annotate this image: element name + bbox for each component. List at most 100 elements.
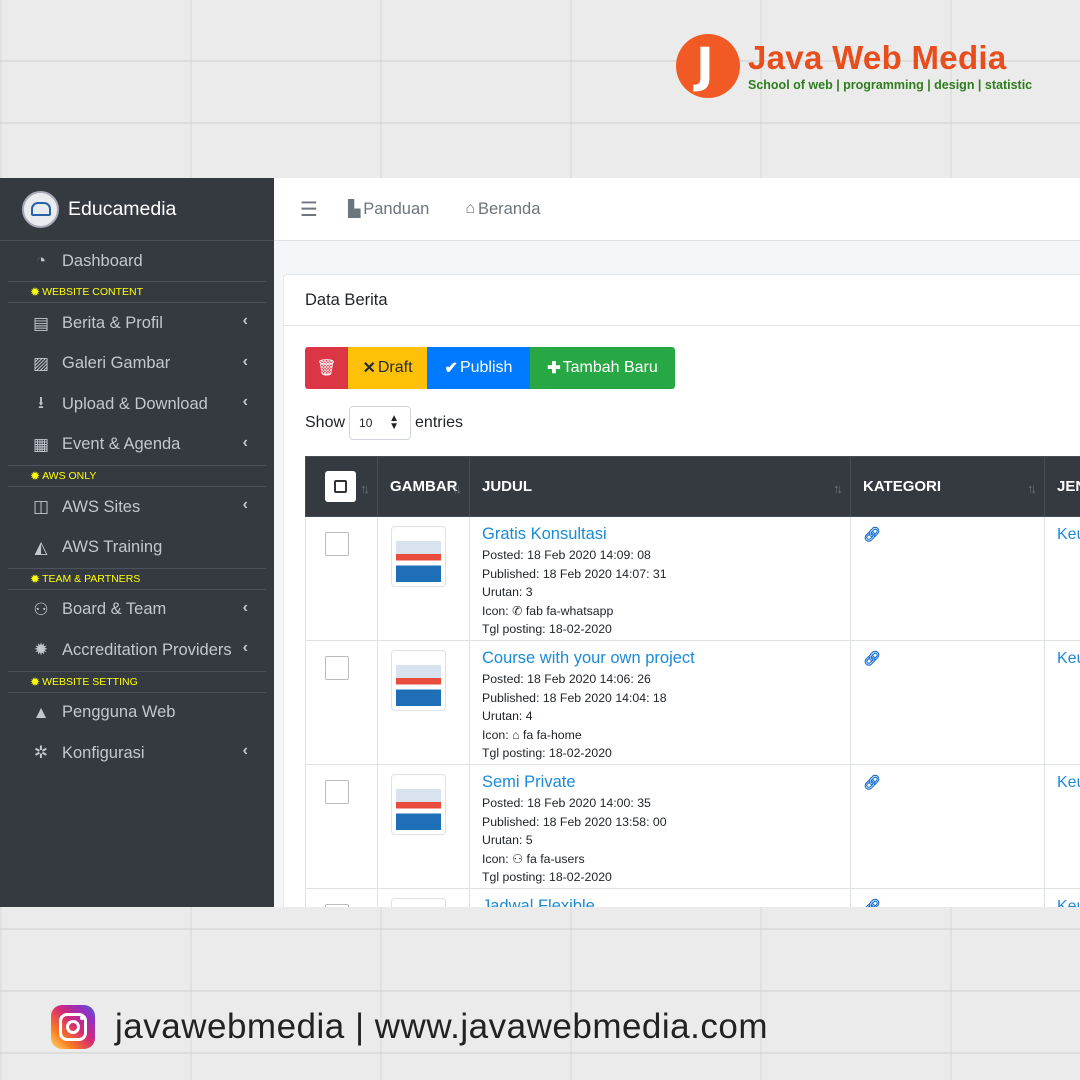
sidebar-item-berita-profil[interactable]: ▤ Berita & Profil ‹	[8, 303, 266, 343]
download-icon: ⭳	[38, 392, 44, 412]
row-urutan: Urutan: 3	[482, 585, 533, 600]
row-thumbnail[interactable]	[391, 898, 446, 907]
row-jenis[interactable]: Keu	[1057, 898, 1080, 907]
menu-toggle-icon[interactable]: ☰	[300, 197, 318, 222]
row-icon-info: Icon: ⚇ fa fa-users	[482, 851, 585, 866]
select-all-checkbox[interactable]	[325, 471, 356, 502]
column-header-gambar[interactable]: GAMBAR ↑↓	[377, 456, 470, 517]
nav-link-panduan[interactable]: ▙ Panduan	[348, 199, 429, 219]
row-icon-info: Icon: ✆ fab fa-whatsapp	[482, 603, 614, 618]
sidebar-item-board-team[interactable]: ⚇ Board & Team ‹	[8, 590, 266, 630]
sidebar-section-header: ✹ WEBSITE CONTENT	[8, 281, 266, 304]
file-pdf-icon: ▙	[347, 201, 361, 218]
row-title-link[interactable]: Course with your own project	[482, 649, 838, 668]
publish-button[interactable]: ✔ Publish	[427, 347, 530, 389]
row-checkbox[interactable]	[325, 656, 349, 680]
sidebar: Educamedia ◔ Dashboard ✹ WEBSITE CONTENT ▤ Be…	[0, 178, 274, 907]
chevron-left-icon[interactable]: ‹	[243, 393, 248, 411]
sidebar-item-aws-training[interactable]: ◭ AWS Training	[8, 527, 266, 567]
table-row: Gratis Konsultasi Posted: 18 Feb 2020 14:…	[305, 516, 1080, 641]
link-icon[interactable]: 🔗︎	[863, 774, 881, 790]
sidebar-item-konfigurasi[interactable]: ✲ Konfigurasi ‹	[8, 733, 266, 773]
row-title-link[interactable]: Jadwal Flexible	[482, 897, 838, 907]
sidebar-item-label: Event & Agenda	[62, 435, 181, 454]
link-icon[interactable]: 🔗︎	[863, 898, 881, 907]
row-posted: Posted: 18 Feb 2020 14:09: 08	[482, 548, 651, 562]
sidebar-item-upload-download[interactable]: ⭳ Upload & Download ‹	[8, 384, 266, 424]
berita-table: ↑↓ GAMBAR ↑↓ JUDUL ↑↓ KATEGORI ↑↓ JE Gra…	[305, 456, 1080, 907]
row-title-link[interactable]: Gratis Konsultasi	[482, 525, 838, 544]
sidebar-item-aws-sites[interactable]: ◫ AWS Sites ‹	[8, 487, 266, 527]
row-thumbnail[interactable]	[391, 526, 446, 587]
row-jenis[interactable]: Keu	[1057, 526, 1080, 543]
table-row: Semi Private Posted: 18 Feb 2020 14:00: 3…	[305, 764, 1080, 889]
sidebar-item-label: Upload & Download	[62, 394, 208, 413]
entries-select[interactable]: 10 ▲ ▼	[349, 406, 412, 440]
sidebar-item-label: AWS Training	[62, 538, 163, 557]
row-tgl-posting: Tgl posting: 18-02-2020	[482, 746, 612, 761]
row-title-link[interactable]: Semi Private	[482, 773, 838, 792]
nav-link-label: Beranda	[478, 199, 541, 218]
row-thumbnail[interactable]	[391, 650, 446, 711]
cog-icon: ✲	[33, 743, 49, 763]
row-urutan: Urutan: 5	[482, 833, 533, 848]
link-icon[interactable]: 🔗︎	[863, 650, 881, 666]
chevron-left-icon[interactable]: ‹	[243, 312, 248, 330]
row-published: Published: 18 Feb 2020 14:04: 18	[482, 690, 667, 705]
column-header-kategori[interactable]: KATEGORI ↑↓	[850, 456, 1045, 517]
sidebar-section-header: ✹ AWS ONLY	[8, 464, 266, 487]
row-thumbnail[interactable]	[391, 774, 446, 835]
chevron-left-icon[interactable]: ‹	[243, 639, 248, 657]
certificate-icon: ✹	[30, 468, 41, 483]
footer: javawebmedia | www.javawebmedia.com	[51, 1005, 768, 1049]
column-header-jenis[interactable]: JEN	[1044, 456, 1080, 517]
calendar-icon: ▦	[32, 434, 50, 454]
plus-icon: ✚	[547, 360, 561, 377]
chevron-left-icon[interactable]: ‹	[243, 353, 248, 371]
sort-icon[interactable]: ↑↓	[360, 481, 370, 496]
certificate-icon: ✹	[30, 674, 41, 689]
sidebar-brand[interactable]: Educamedia	[0, 178, 274, 241]
sidebar-item-label: Accreditation Providers	[62, 640, 232, 659]
sidebar-item-galeri-gambar[interactable]: ▨ Galeri Gambar ‹	[8, 344, 266, 384]
brand-logo: J Java Web Media School of web | program…	[676, 34, 1032, 98]
row-jenis[interactable]: Keu	[1057, 650, 1080, 667]
draft-button[interactable]: ✕ Draft	[348, 347, 427, 389]
chevron-left-icon[interactable]: ‹	[243, 496, 248, 514]
add-new-button[interactable]: ✚ Tambah Baru	[530, 347, 675, 389]
sidebar-item-label: Pengguna Web	[62, 703, 176, 722]
link-icon[interactable]: 🔗︎	[863, 526, 881, 542]
row-checkbox[interactable]	[325, 780, 349, 804]
sort-icon[interactable]: ↑↓	[833, 481, 843, 496]
nav-link-beranda[interactable]: ⌂ Beranda	[465, 200, 540, 219]
column-header-judul[interactable]: JUDUL ↑↓	[469, 456, 851, 517]
sidebar-item-pengguna-web[interactable]: ▲ Pengguna Web	[8, 693, 266, 733]
check-icon: ✔	[444, 360, 458, 377]
top-navbar: ☰ ▙ Panduan ⌂ Beranda	[274, 178, 1080, 241]
select-arrows-icon: ▲ ▼	[389, 413, 400, 432]
sidebar-item-accreditation-providers[interactable]: ✹ Accreditation Providers ‹	[8, 630, 266, 670]
row-checkbox[interactable]	[325, 532, 349, 556]
sidebar-item-event-agenda[interactable]: ▦ Event & Agenda ‹	[8, 425, 266, 465]
row-urutan: Urutan: 4	[482, 709, 533, 724]
sort-icon[interactable]: ↑↓	[452, 481, 462, 496]
entries-show-label: Show	[305, 414, 346, 431]
chevron-left-icon[interactable]: ‹	[243, 599, 248, 617]
sidebar-item-label: Berita & Profil	[62, 314, 163, 333]
row-published: Published: 18 Feb 2020 13:58: 00	[482, 814, 667, 829]
chevron-left-icon[interactable]: ‹	[243, 742, 248, 760]
footer-text: javawebmedia | www.javawebmedia.com	[115, 1007, 768, 1046]
sidebar-section-header: ✹ WEBSITE SETTING	[8, 670, 266, 693]
delete-button[interactable]: 🗑	[305, 347, 348, 389]
row-jenis[interactable]: Keu	[1057, 774, 1080, 791]
chevron-left-icon[interactable]: ‹	[243, 434, 248, 452]
brick-wall-bottom	[0, 907, 1080, 1080]
sidebar-item-label: AWS Sites	[62, 497, 141, 516]
trash-icon: 🗑	[316, 360, 337, 377]
row-checkbox[interactable]	[325, 904, 349, 907]
brand-tagline: School of web | programming | design | s…	[748, 78, 1033, 92]
image-icon: ▨	[32, 353, 50, 373]
sidebar-item-dashboard[interactable]: ◔ Dashboard	[8, 241, 266, 281]
sort-icon[interactable]: ↑↓	[1027, 481, 1037, 496]
site-logo	[22, 190, 59, 228]
